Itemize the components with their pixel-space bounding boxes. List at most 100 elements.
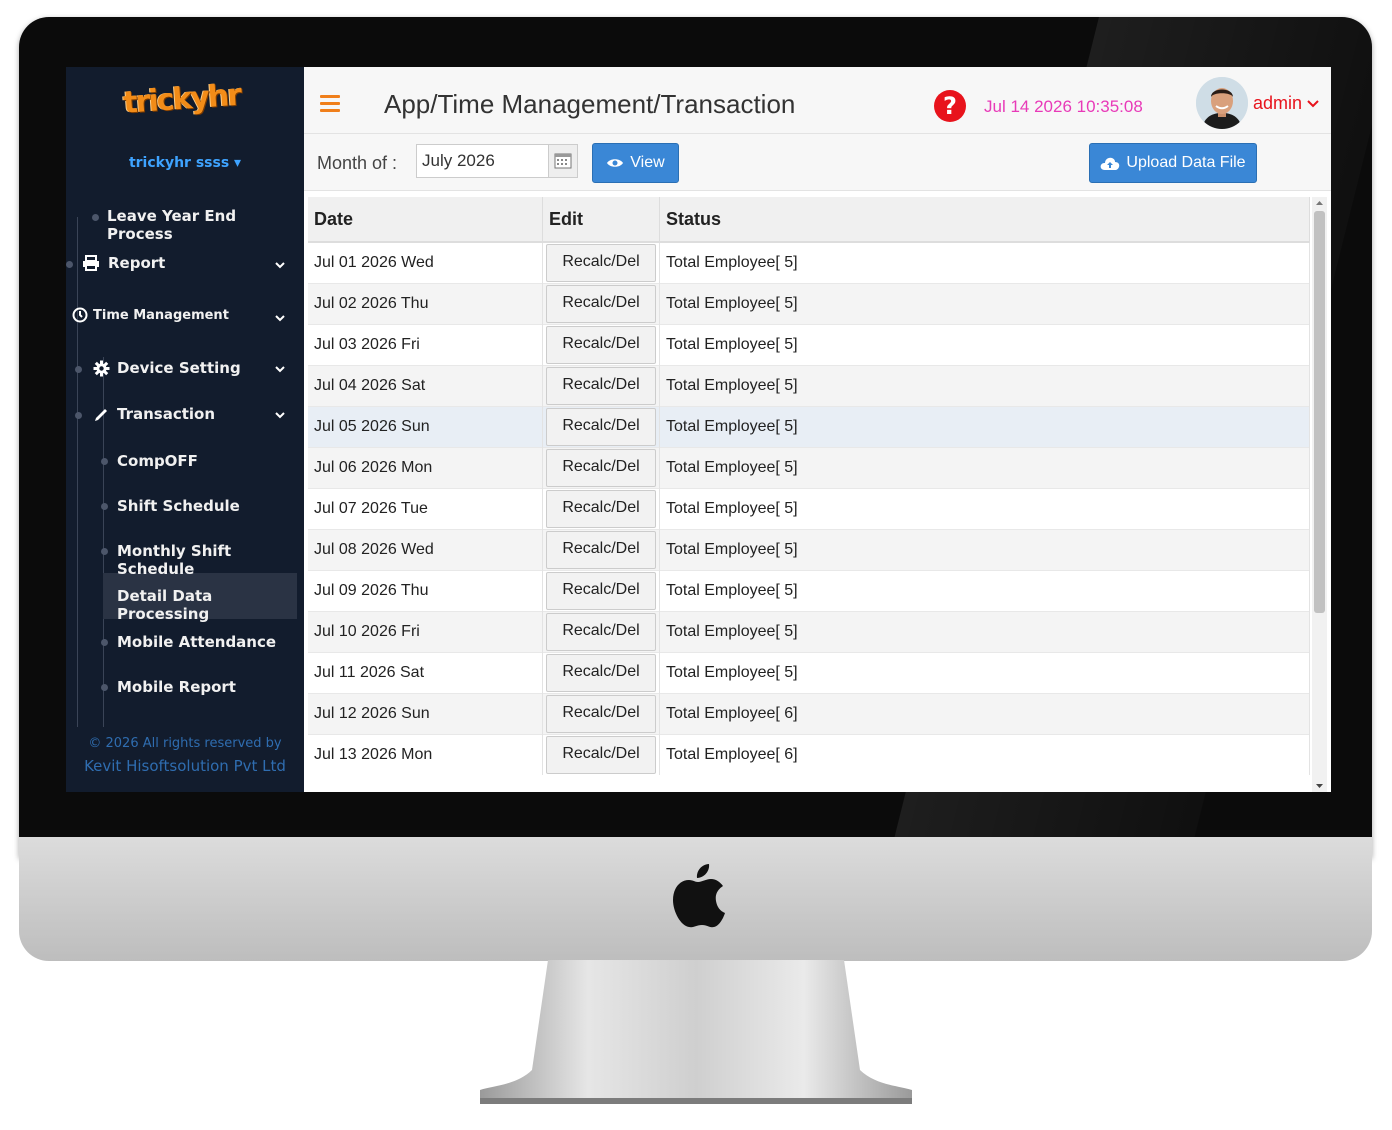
sidebar-item-label: Report (108, 254, 166, 272)
table-row: Jul 04 2026 Sat Recalc/Del Total Employee[… (308, 365, 1310, 407)
recalc-del-button[interactable]: Recalc/Del (546, 613, 656, 651)
sidebar-item-label: Time Management (93, 307, 229, 323)
hamburger-icon[interactable] (320, 95, 340, 112)
sidebar-item-mobile-report[interactable]: Mobile Report (117, 678, 236, 696)
brand-user-dropdown[interactable]: trickyhr ssss ▾ (66, 155, 304, 171)
cell-status: Total Employee[ 5] (659, 324, 1310, 366)
sidebar-item-monthly-shift-schedule[interactable]: Monthly Shift Schedule (117, 542, 304, 578)
recalc-del-button[interactable]: Recalc/Del (546, 572, 656, 610)
chevron-down-icon[interactable] (274, 409, 286, 421)
datetime-display: Jul 14 2026 10:35:08 (984, 97, 1143, 116)
sidebar-item-leave-year-end[interactable]: Leave Year End Process (107, 207, 304, 243)
recalc-del-button[interactable]: Recalc/Del (546, 244, 656, 282)
recalc-del-button[interactable]: Recalc/Del (546, 408, 656, 446)
brand-logo[interactable]: trickyhr (122, 78, 241, 141)
recalc-del-button[interactable]: Recalc/Del (546, 285, 656, 323)
table-row: Jul 09 2026 Thu Recalc/Del Total Employee[… (308, 570, 1310, 612)
user-menu[interactable]: admin (1253, 93, 1319, 114)
cell-status: Total Employee[ 5] (659, 570, 1310, 612)
cell-date: Jul 05 2026 Sun (308, 406, 543, 448)
tree-dot (101, 503, 108, 510)
sidebar-item-report[interactable]: Report (82, 254, 165, 272)
cell-status: Total Employee[ 5] (659, 652, 1310, 694)
upload-data-file-button[interactable]: Upload Data File (1089, 143, 1257, 183)
chevron-down-icon[interactable] (274, 259, 286, 271)
recalc-del-button[interactable]: Recalc/Del (546, 367, 656, 405)
recalc-del-button[interactable]: Recalc/Del (546, 654, 656, 692)
sidebar-item-mobile-attendance[interactable]: Mobile Attendance (117, 633, 276, 651)
sidebar-item-shift-schedule[interactable]: Shift Schedule (117, 497, 240, 515)
cell-date: Jul 10 2026 Fri (308, 611, 543, 653)
table-row: Jul 03 2026 Fri Recalc/Del Total Employee[… (308, 324, 1310, 366)
tree-dot (101, 639, 108, 646)
sidebar-item-detail-data-processing[interactable]: Detail Data Processing (117, 587, 304, 623)
cell-date: Jul 11 2026 Sat (308, 652, 543, 694)
cell-date: Jul 06 2026 Mon (308, 447, 543, 489)
table-row: Jul 10 2026 Fri Recalc/Del Total Employee[… (308, 611, 1310, 653)
eye-icon (607, 159, 624, 167)
cloud-upload-icon (1101, 157, 1120, 170)
vertical-scrollbar[interactable] (1312, 197, 1327, 792)
transaction-table: Date Edit Status Jul 01 2026 Wed Recalc/D… (308, 197, 1310, 775)
view-button-label: View (630, 154, 665, 171)
scrollbar-thumb[interactable] (1314, 211, 1325, 613)
cell-edit: Recalc/Del (542, 652, 660, 694)
recalc-del-button[interactable]: Recalc/Del (546, 326, 656, 364)
table-row: Jul 05 2026 Sun Recalc/Del Total Employee[… (308, 406, 1310, 448)
sidebar-item-compoff[interactable]: CompOFF (117, 452, 198, 470)
view-button[interactable]: View (592, 143, 679, 183)
calendar-button[interactable] (548, 145, 577, 177)
month-label: Month of : (317, 153, 398, 173)
sidebar-item-label: Transaction (117, 405, 216, 423)
month-picker-input[interactable]: July 2026 (416, 144, 578, 178)
pencil-icon (95, 408, 107, 421)
recalc-del-button[interactable]: Recalc/Del (546, 695, 656, 733)
sidebar-item-device-setting[interactable]: Device Setting (93, 359, 241, 377)
cell-date: Jul 04 2026 Sat (308, 365, 543, 407)
footer-company[interactable]: Kevit Hisoftsolution Pvt Ltd (66, 757, 304, 775)
chevron-down-icon[interactable] (274, 312, 286, 324)
month-picker-value: July 2026 (422, 151, 495, 170)
cell-edit: Recalc/Del (542, 447, 660, 489)
cell-date: Jul 12 2026 Sun (308, 693, 543, 735)
scroll-down-icon[interactable] (1312, 780, 1327, 792)
cell-status: Total Employee[ 5] (659, 283, 1310, 325)
cell-edit: Recalc/Del (542, 734, 660, 775)
printer-icon (83, 255, 99, 271)
avatar-image (1196, 77, 1248, 129)
apple-logo-icon (673, 864, 725, 928)
tree-line (77, 217, 78, 727)
sidebar-item-time-management[interactable]: Time Management (72, 307, 229, 323)
cell-edit: Recalc/Del (542, 406, 660, 448)
recalc-del-button[interactable]: Recalc/Del (546, 531, 656, 569)
main-content: App/Time Management/Transaction ? Jul 14… (304, 67, 1331, 792)
recalc-del-button[interactable]: Recalc/Del (546, 736, 656, 774)
sidebar: trickyhr trickyhr ssss ▾ Leave Year End … (66, 67, 304, 792)
question-icon[interactable]: ? (934, 90, 966, 122)
user-name: admin (1253, 93, 1303, 113)
column-header-status[interactable]: Status (659, 197, 1310, 243)
column-header-edit[interactable]: Edit (542, 197, 660, 243)
column-header-date[interactable]: Date (308, 197, 543, 243)
cell-edit: Recalc/Del (542, 693, 660, 735)
calendar-icon (554, 153, 572, 169)
cell-edit: Recalc/Del (542, 365, 660, 407)
sidebar-item-label: Shift Schedule (117, 497, 240, 515)
chevron-down-icon (1307, 99, 1319, 107)
sidebar-item-transaction[interactable]: Transaction (93, 405, 215, 423)
cell-status: Total Employee[ 6] (659, 734, 1310, 775)
scroll-up-icon[interactable] (1312, 197, 1327, 209)
avatar[interactable] (1196, 77, 1248, 129)
tree-dot (101, 458, 108, 465)
cell-date: Jul 13 2026 Mon (308, 734, 543, 775)
chevron-down-icon[interactable] (274, 363, 286, 375)
cell-status: Total Employee[ 5] (659, 241, 1310, 284)
recalc-del-button[interactable]: Recalc/Del (546, 449, 656, 487)
transaction-table-container: Date Edit Status Jul 01 2026 Wed Recalc/D… (308, 197, 1310, 792)
table-row: Jul 13 2026 Mon Recalc/Del Total Employee[… (308, 734, 1310, 775)
tree-dot (66, 261, 73, 268)
clock-icon (72, 307, 88, 323)
cell-edit: Recalc/Del (542, 529, 660, 571)
recalc-del-button[interactable]: Recalc/Del (546, 490, 656, 528)
sidebar-item-label: Leave Year End Process (107, 207, 237, 243)
